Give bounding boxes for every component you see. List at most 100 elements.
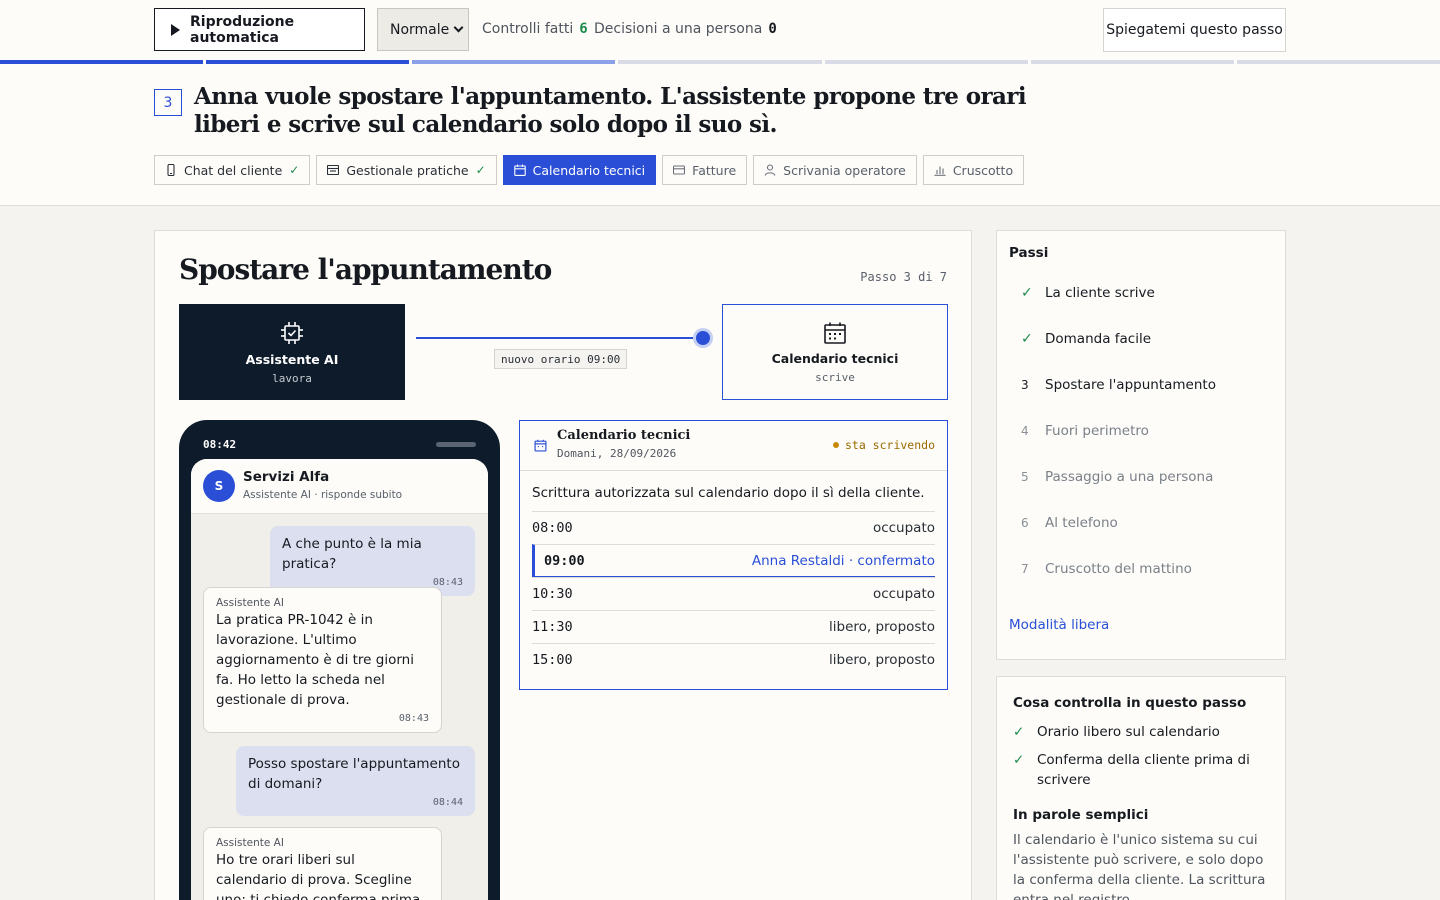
- tab-gestionale-pratiche[interactable]: Gestionale pratiche ✓: [316, 155, 497, 185]
- tab-scrivania-operatore[interactable]: Scrivania operatore: [753, 155, 917, 185]
- checks-label: Controlli fatti: [482, 21, 574, 37]
- check-icon: ✓: [289, 163, 300, 177]
- speed-value: Normale: [390, 21, 450, 38]
- progress-segment: [412, 60, 616, 64]
- step-item-2[interactable]: ✓ Domanda facile: [1009, 317, 1273, 361]
- flow-from-role: lavora: [272, 371, 312, 385]
- tab-label: Scrivania operatore: [783, 162, 906, 178]
- message-text: La pratica PR-1042 è in lavorazione. L'u…: [216, 612, 414, 708]
- step-item-3[interactable]: 3 Spostare l'appuntamento: [1009, 363, 1273, 407]
- simple-heading: In parole semplici: [1013, 807, 1149, 823]
- calendar-slot[interactable]: 15:00 libero, proposto: [532, 643, 935, 676]
- calendar-date: Domani, 28/09/2026: [557, 447, 677, 460]
- check-icon: ✓: [1021, 285, 1033, 301]
- calendar-slot[interactable]: 08:00 occupato: [532, 511, 935, 544]
- check-item-label: Conferma della cliente prima di scrivere: [1037, 752, 1250, 788]
- check-icon: ✓: [1013, 724, 1025, 740]
- flow-to-role: scrive: [815, 370, 855, 384]
- tab-calendario-tecnici[interactable]: Calendario tecnici: [502, 155, 657, 185]
- step-header: 3 Anna vuole spostare l'appuntamento. L'…: [0, 65, 1440, 206]
- check-item-label: Orario libero sul calendario: [1037, 724, 1220, 740]
- writing-status: sta scrivendo: [832, 438, 935, 452]
- tab-label: Chat del cliente: [184, 162, 283, 178]
- panel-title: Spostare l'appuntamento: [179, 253, 552, 286]
- progress-segment: [824, 60, 1028, 64]
- message-text: A che punto è la mia pratica?: [282, 536, 422, 572]
- explain-step-button[interactable]: Spiegatemi questo passo: [1103, 8, 1286, 52]
- chat-header: S Servizi Alfa Assistente AI · risponde …: [191, 459, 488, 514]
- step-item-6[interactable]: 6 Al telefono: [1009, 501, 1273, 545]
- slot-status: occupato: [872, 586, 935, 602]
- step-number: 4: [1021, 424, 1029, 438]
- autoplay-label: Riproduzione automatica: [190, 13, 295, 46]
- slot-status: libero, proposto: [829, 652, 935, 668]
- check-item: ✓ Conferma della cliente prima di scrive…: [1013, 750, 1273, 790]
- checks-count: 6: [579, 21, 588, 37]
- chat-message-assistant: Assistente AI La pratica PR-1042 è in la…: [203, 587, 442, 733]
- progress-segment: [1236, 60, 1440, 64]
- calendar-slot[interactable]: 11:30 libero, proposto: [532, 610, 935, 643]
- tab-fatture[interactable]: Fatture: [662, 155, 748, 185]
- step-item-4[interactable]: 4 Fuori perimetro: [1009, 409, 1273, 453]
- step-number: 3: [1021, 378, 1029, 392]
- message-sender: Assistente AI: [216, 597, 284, 609]
- slot-time: 09:00: [544, 552, 585, 569]
- step-counter: Passo 3 di 7: [860, 270, 947, 284]
- bar-chart-icon: [934, 166, 946, 176]
- calendar-slot-selected[interactable]: 09:00 Anna Restaldi · confermato: [532, 544, 935, 577]
- chat-screen[interactable]: S Servizi Alfa Assistente AI · risponde …: [191, 459, 488, 900]
- chat-message-user: A che punto è la mia pratica? 08:43: [270, 526, 475, 596]
- flow-node-assistant: Assistente AI lavora: [179, 304, 405, 400]
- system-tabs: Chat del cliente ✓ Gestionale pratiche ✓ Cal…: [154, 155, 1025, 185]
- checks-panel: Cosa controlla in questo passo ✓ Orario …: [996, 676, 1286, 900]
- step-label: Fuori perimetro: [1045, 423, 1149, 439]
- calendar-slot[interactable]: 10:30 occupato: [532, 577, 935, 610]
- avatar: S: [203, 470, 235, 502]
- check-icon: ✓: [1013, 752, 1025, 768]
- checks-heading: Cosa controlla in questo passo: [1013, 695, 1247, 711]
- step-label: Domanda facile: [1045, 331, 1152, 347]
- slot-time: 10:30: [532, 586, 573, 602]
- slot-status: Anna Restaldi · confermato: [751, 552, 935, 569]
- chat-contact-name: Servizi Alfa: [243, 469, 330, 485]
- card-icon: [673, 165, 686, 175]
- calendar-icon: [513, 164, 526, 176]
- check-icon: ✓: [475, 163, 486, 177]
- step-label: La cliente scrive: [1045, 285, 1155, 301]
- step-number: 6: [1021, 516, 1029, 530]
- tab-chat-del-cliente[interactable]: Chat del cliente ✓: [154, 155, 311, 185]
- person-icon: [764, 164, 776, 176]
- step-number-badge: 3: [154, 89, 182, 116]
- chevron-down-icon: [453, 22, 464, 33]
- simple-explanation: Il calendario è l'unico sistema su cui l…: [1013, 832, 1266, 900]
- step-item-1[interactable]: ✓ La cliente scrive: [1009, 271, 1273, 315]
- flow-label: nuovo orario 09:00: [494, 349, 628, 369]
- steps-heading: Passi: [1009, 245, 1049, 261]
- slot-time: 15:00: [532, 652, 573, 668]
- flow-pulse-dot: [696, 331, 710, 345]
- message-time: 08:43: [398, 713, 429, 724]
- flow-connector: [416, 337, 706, 339]
- tab-cruscotto[interactable]: Cruscotto: [922, 155, 1025, 185]
- status-dot-icon: [832, 442, 839, 448]
- phone-mockup: 08:42 S Servizi Alfa Assistente AI · ris…: [179, 420, 500, 900]
- step-item-7[interactable]: 7 Cruscotto del mattino: [1009, 547, 1273, 591]
- calendar-title: Calendario tecnici: [557, 428, 691, 443]
- message-time: 08:44: [432, 797, 463, 808]
- main-panel: Spostare l'appuntamento Passo 3 di 7 Ass…: [154, 230, 972, 900]
- step-label: Cruscotto del mattino: [1045, 561, 1192, 577]
- slot-time: 08:00: [532, 520, 573, 536]
- progress-segment: [206, 60, 410, 64]
- steps-panel: Passi ✓ La cliente scrive ✓ Domanda facile 3…: [996, 230, 1286, 660]
- phone-notch: [436, 442, 476, 447]
- step-item-5[interactable]: 5 Passaggio a una persona: [1009, 455, 1273, 499]
- flow-node-calendar: Calendario tecnici scrive: [722, 304, 948, 400]
- top-bar: Riproduzione automatica Normale Controll…: [0, 0, 1440, 60]
- speed-select[interactable]: Normale: [377, 8, 469, 51]
- step-number: 7: [1021, 562, 1029, 576]
- autoplay-button[interactable]: Riproduzione automatica: [154, 8, 365, 51]
- free-mode-link[interactable]: Modalità libera: [1009, 617, 1109, 633]
- step-label: Al telefono: [1045, 515, 1118, 531]
- chip-check-icon: [281, 321, 303, 344]
- tab-label: Calendario tecnici: [532, 162, 646, 178]
